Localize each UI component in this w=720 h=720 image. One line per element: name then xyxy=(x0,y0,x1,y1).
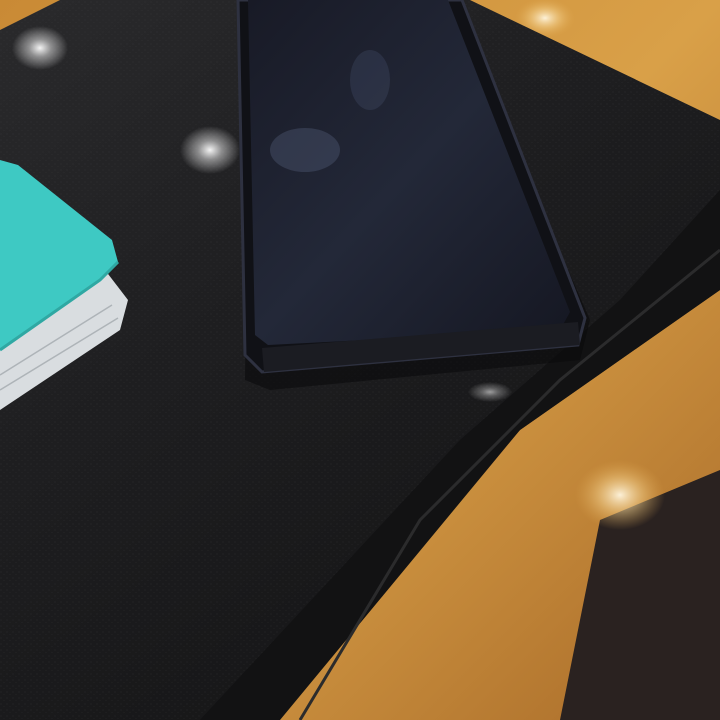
photo-scene xyxy=(0,0,720,720)
table-glare xyxy=(575,460,665,530)
case-glare-1 xyxy=(12,26,68,70)
case-glare-2 xyxy=(180,126,240,174)
screen-reflection-2 xyxy=(350,50,390,110)
screen-reflection xyxy=(270,128,340,172)
case-glare-3 xyxy=(468,382,512,402)
